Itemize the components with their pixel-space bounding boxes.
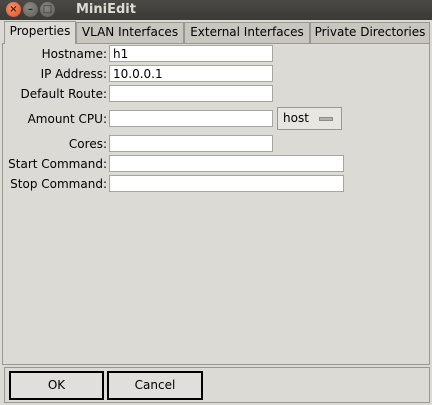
close-icon[interactable]: × — [6, 2, 21, 17]
cancel-button[interactable]: Cancel — [107, 371, 203, 400]
amount-cpu-input[interactable] — [109, 110, 273, 127]
stop-command-input[interactable] — [109, 175, 344, 192]
cores-label: Cores: — [68, 137, 107, 151]
start-command-label: Start Command: — [8, 157, 107, 171]
start-command-input[interactable] — [109, 155, 344, 172]
properties-panel: Hostname: IP Address: Default Route: Amo… — [2, 43, 430, 365]
ip-address-label: IP Address: — [40, 67, 107, 81]
cpu-mode-menu[interactable]: host — [277, 107, 342, 130]
button-bar: OK Cancel — [4, 367, 430, 403]
maximize-icon[interactable]: □ — [40, 2, 55, 17]
minimize-icon[interactable]: – — [23, 2, 38, 17]
tab-private-directories[interactable]: Private Directories — [310, 22, 430, 43]
window-title: MiniEdit — [76, 2, 136, 17]
tab-bar: Properties VLAN Interfaces External Inte… — [2, 21, 432, 44]
amount-cpu-label: Amount CPU: — [27, 112, 107, 126]
tab-properties[interactable]: Properties — [4, 21, 76, 44]
tab-external-interfaces[interactable]: External Interfaces — [184, 22, 310, 43]
default-route-input[interactable] — [109, 85, 273, 102]
ip-address-input[interactable] — [109, 65, 273, 82]
cpu-mode-value: host — [283, 111, 309, 125]
title-bar: × – □ MiniEdit — [0, 0, 432, 20]
default-route-label: Default Route: — [20, 87, 107, 101]
stop-command-label: Stop Command: — [10, 177, 107, 191]
ok-button[interactable]: OK — [9, 371, 104, 400]
hostname-label: Hostname: — [41, 47, 107, 61]
menu-indicator-icon — [319, 117, 333, 121]
tab-vlan-interfaces[interactable]: VLAN Interfaces — [76, 22, 184, 43]
hostname-input[interactable] — [109, 45, 273, 62]
cores-input[interactable] — [109, 135, 273, 152]
